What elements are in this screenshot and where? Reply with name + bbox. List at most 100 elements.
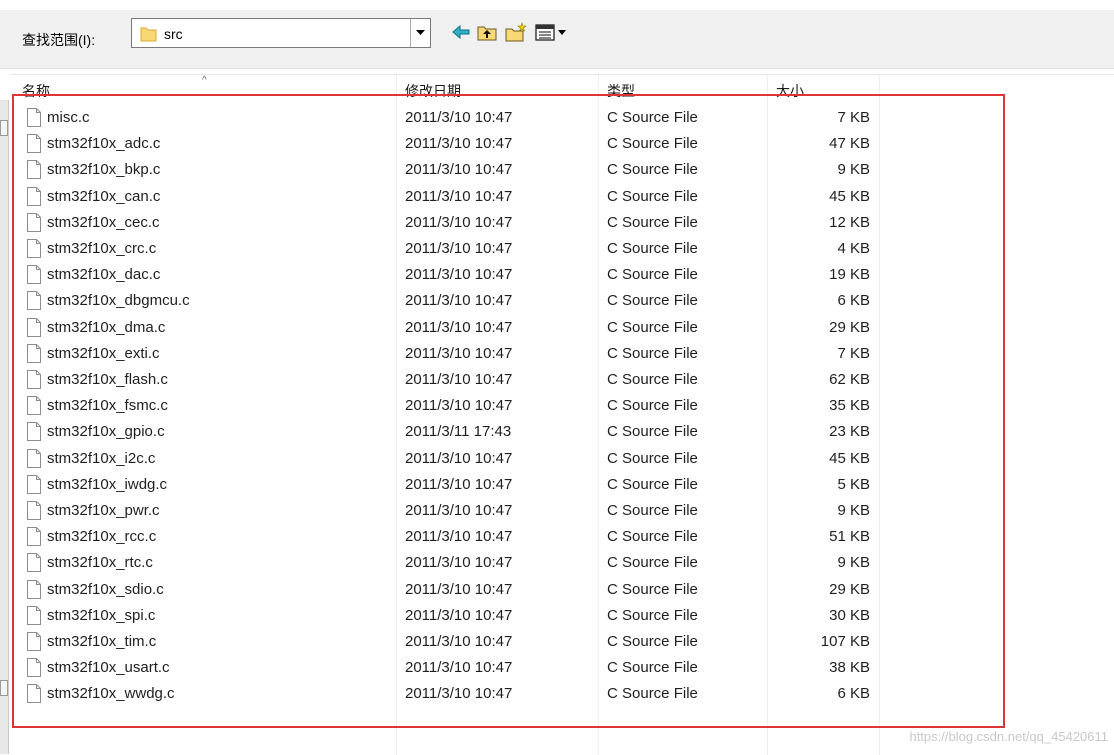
file-size: 107 KB (820, 633, 870, 650)
file-type: C Source File (607, 606, 698, 624)
file-type: C Source File (607, 161, 698, 179)
file-type: C Source File (607, 397, 698, 415)
file-row[interactable]: stm32f10x_spi.c 2011/3/10 10:47 C Source F… (10, 604, 1114, 630)
file-size: 7 KB (837, 109, 870, 126)
file-name: stm32f10x_exti.c (47, 344, 160, 362)
file-icon (27, 186, 41, 206)
file-row[interactable]: stm32f10x_iwdg.c 2011/3/10 10:47 C Source … (10, 473, 1114, 499)
file-size: 45 KB (829, 187, 870, 205)
column-header-type[interactable]: 类型 (607, 81, 635, 101)
file-row[interactable]: stm32f10x_dbgmcu.c 2011/3/10 10:47 C Sourc… (10, 289, 1114, 315)
file-row[interactable]: stm32f10x_adc.c 2011/3/10 10:47 C Source F… (10, 132, 1114, 158)
file-name: stm32f10x_i2c.c (47, 449, 156, 467)
file-name: stm32f10x_pwr.c (47, 502, 160, 519)
file-row[interactable]: stm32f10x_can.c 2011/3/10 10:47 C Source F… (10, 185, 1114, 211)
file-row[interactable]: stm32f10x_crc.c 2011/3/10 10:47 C Source F… (10, 237, 1114, 263)
file-type: C Source File (607, 423, 698, 441)
file-row[interactable]: stm32f10x_rcc.c 2011/3/10 10:47 C Source F… (10, 525, 1114, 551)
file-row[interactable]: stm32f10x_pwr.c 2011/3/10 10:47 C Source F… (10, 499, 1114, 525)
file-modified-date: 2011/3/10 10:47 (405, 213, 513, 231)
file-name: stm32f10x_sdio.c (47, 580, 164, 598)
file-icon (27, 212, 41, 232)
file-modified-date: 2011/3/10 10:47 (405, 161, 513, 179)
file-row[interactable]: stm32f10x_sdio.c 2011/3/10 10:47 C Source … (10, 578, 1114, 604)
file-row[interactable]: stm32f10x_gpio.c 2011/3/11 17:43 C Source … (10, 420, 1114, 446)
file-icon (27, 684, 41, 704)
file-modified-date: 2011/3/10 10:47 (405, 659, 513, 677)
file-icon (27, 343, 41, 363)
new-folder-icon[interactable] (505, 22, 527, 42)
file-modified-date: 2011/3/10 10:47 (405, 109, 513, 126)
file-type: C Source File (607, 371, 698, 388)
file-row[interactable]: stm32f10x_bkp.c 2011/3/10 10:47 C Source F… (10, 158, 1114, 184)
file-type: C Source File (607, 685, 698, 703)
file-icon (27, 370, 41, 389)
file-modified-date: 2011/3/10 10:47 (405, 318, 513, 336)
file-type: C Source File (607, 240, 698, 257)
file-size: 9 KB (837, 161, 870, 179)
file-type: C Source File (607, 292, 698, 310)
file-icon (27, 134, 41, 154)
file-row[interactable]: stm32f10x_dma.c 2011/3/10 10:47 C Source F… (10, 316, 1114, 342)
file-icon (27, 239, 41, 258)
file-modified-date: 2011/3/10 10:47 (405, 502, 513, 519)
view-menu-icon[interactable] (535, 22, 569, 42)
file-size: 51 KB (829, 528, 870, 546)
file-icon (27, 291, 41, 311)
file-type: C Source File (607, 580, 698, 598)
file-type: C Source File (607, 502, 698, 519)
column-header-size[interactable]: 大小 (776, 81, 804, 101)
file-icon (27, 553, 41, 573)
file-name: stm32f10x_rcc.c (47, 528, 157, 546)
file-row[interactable]: stm32f10x_tim.c 2011/3/10 10:47 C Source F… (10, 630, 1114, 656)
back-icon[interactable] (450, 22, 472, 42)
file-row[interactable]: stm32f10x_exti.c 2011/3/10 10:47 C Source … (10, 342, 1114, 368)
look-in-label: 查找范围(I): (22, 32, 96, 48)
file-modified-date: 2011/3/10 10:47 (405, 449, 513, 467)
file-name: misc.c (47, 109, 90, 126)
file-row[interactable]: stm32f10x_flash.c 2011/3/10 10:47 C Source… (10, 368, 1114, 394)
file-icon (27, 160, 41, 180)
file-size: 9 KB (837, 554, 870, 572)
dropdown-button[interactable] (410, 19, 430, 47)
file-list[interactable]: ^ 名称 修改日期 类型 大小 misc.c 2011/3/10 10:47 C S… (10, 74, 1114, 755)
file-name: stm32f10x_dac.c (47, 266, 161, 284)
file-type: C Source File (607, 109, 698, 126)
file-modified-date: 2011/3/10 10:47 (405, 528, 513, 546)
file-modified-date: 2011/3/10 10:47 (405, 266, 513, 284)
file-size: 9 KB (837, 502, 870, 519)
file-size: 29 KB (829, 318, 870, 336)
file-row[interactable]: stm32f10x_fsmc.c 2011/3/10 10:47 C Source … (10, 394, 1114, 420)
file-size: 23 KB (829, 423, 870, 441)
file-row[interactable]: stm32f10x_rtc.c 2011/3/10 10:47 C Source F… (10, 551, 1114, 577)
file-row[interactable]: stm32f10x_wwdg.c 2011/3/10 10:47 C Source … (10, 682, 1114, 708)
file-modified-date: 2011/3/10 10:47 (405, 606, 513, 624)
file-name: stm32f10x_adc.c (47, 135, 161, 153)
column-header-date[interactable]: 修改日期 (405, 81, 461, 101)
column-header-name[interactable]: 名称 (22, 81, 50, 101)
sort-ascending-icon: ^ (202, 75, 207, 86)
file-icon (27, 501, 41, 520)
file-name: stm32f10x_fsmc.c (47, 397, 168, 415)
current-folder-text: src (164, 26, 183, 42)
file-type: C Source File (607, 187, 698, 205)
file-name: stm32f10x_tim.c (47, 633, 157, 650)
file-row[interactable]: misc.c 2011/3/10 10:47 C Source File 7 KB (10, 106, 1114, 132)
file-row[interactable]: stm32f10x_cec.c 2011/3/10 10:47 C Source F… (10, 211, 1114, 237)
file-size: 4 KB (837, 240, 870, 257)
up-folder-icon[interactable] (476, 22, 498, 42)
file-size: 29 KB (829, 580, 870, 598)
toolbar: 查找范围(I): src (0, 0, 1114, 69)
chevron-down-icon (416, 30, 425, 35)
file-row[interactable]: stm32f10x_i2c.c 2011/3/10 10:47 C Source F… (10, 447, 1114, 473)
look-in-combobox[interactable]: src (131, 18, 431, 48)
file-name: stm32f10x_dma.c (47, 318, 166, 336)
file-size: 6 KB (837, 685, 870, 703)
file-row[interactable]: stm32f10x_usart.c 2011/3/10 10:47 C Source… (10, 656, 1114, 682)
file-type: C Source File (607, 135, 698, 153)
file-name: stm32f10x_dbgmcu.c (47, 292, 190, 310)
file-name: stm32f10x_rtc.c (47, 554, 153, 572)
file-size: 47 KB (829, 135, 870, 153)
file-row[interactable]: stm32f10x_dac.c 2011/3/10 10:47 C Source F… (10, 263, 1114, 289)
file-icon (27, 527, 41, 547)
